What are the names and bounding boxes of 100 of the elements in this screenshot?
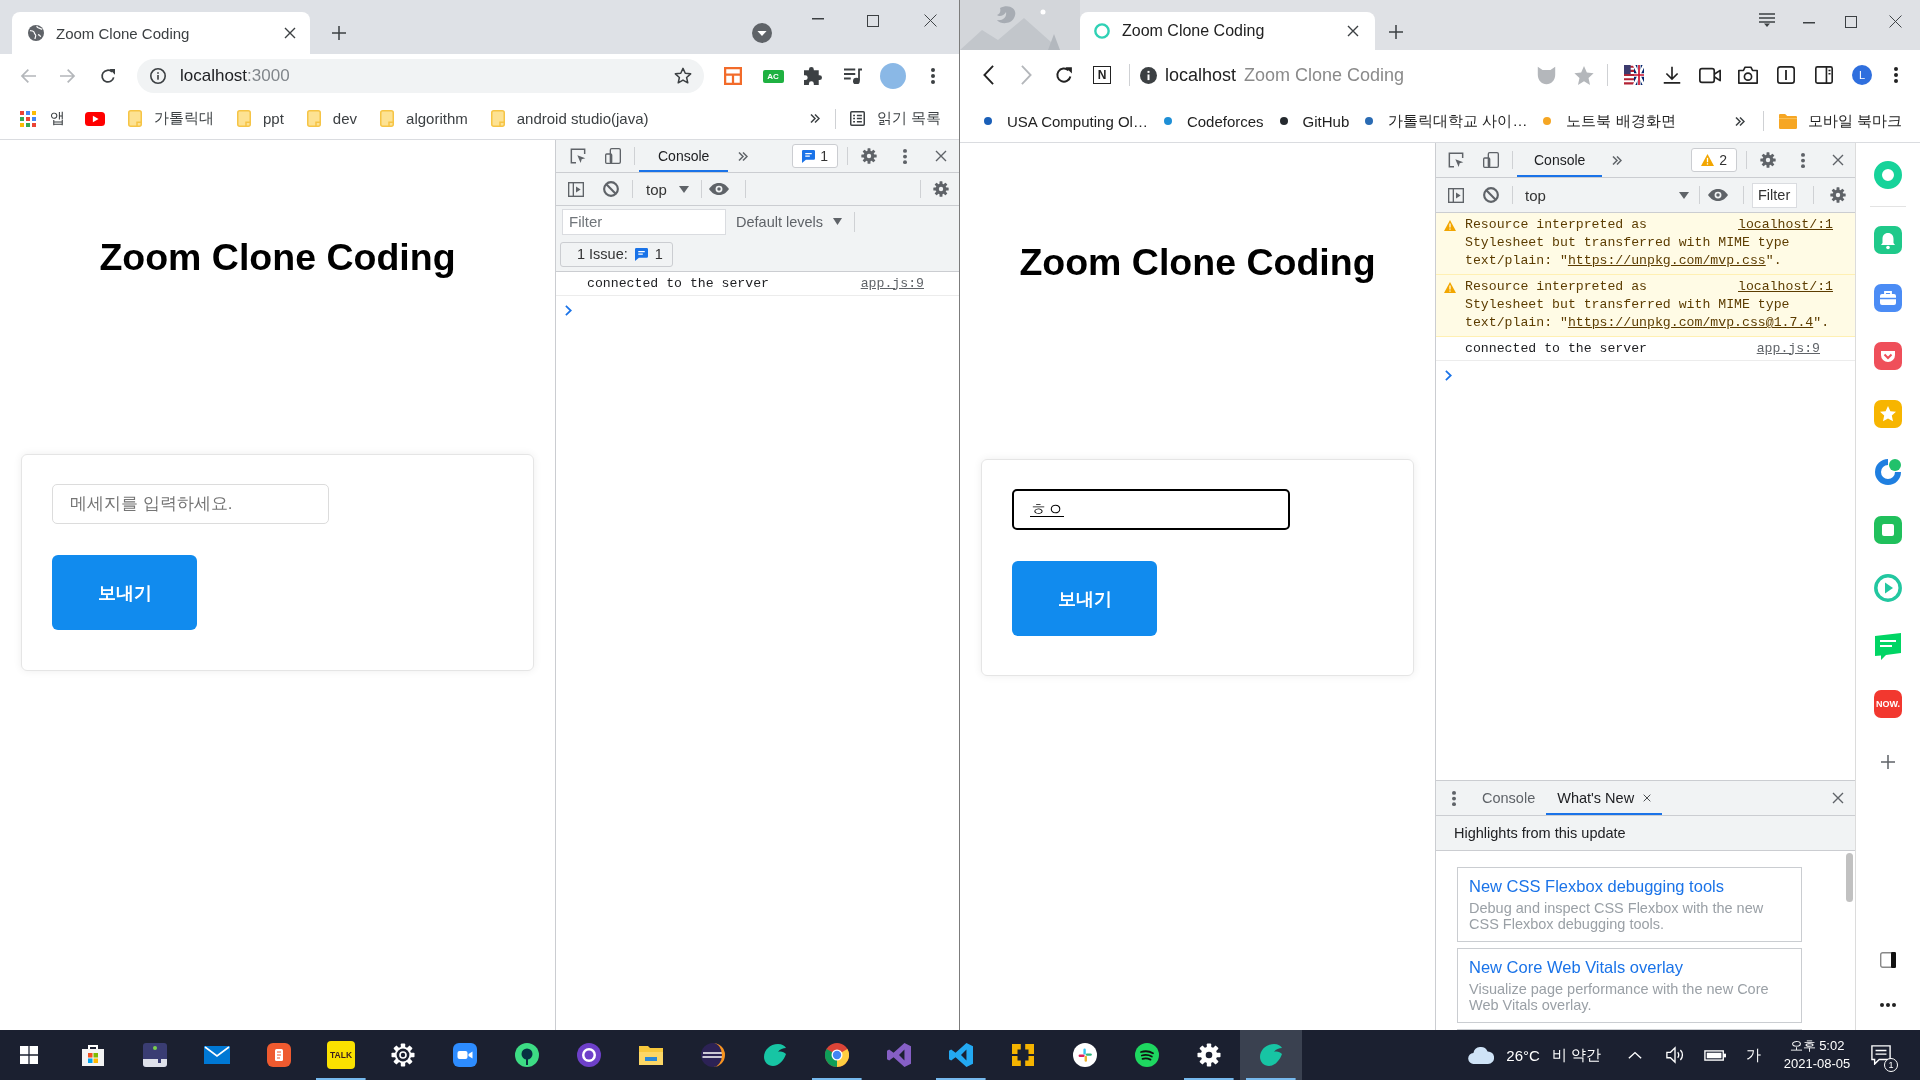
bookmark-folder[interactable]: ppt bbox=[237, 110, 284, 127]
context-select[interactable]: top bbox=[1517, 178, 1699, 212]
close-tab-icon[interactable] bbox=[1643, 794, 1652, 802]
scrollbar-thumb[interactable] bbox=[1846, 853, 1853, 902]
more-bookmarks-icon[interactable] bbox=[1734, 116, 1745, 126]
levels-select[interactable]: Default levels bbox=[736, 206, 855, 237]
clock[interactable]: 오후 5:02 2021-08-05 bbox=[1772, 1037, 1862, 1073]
close-icon[interactable] bbox=[1889, 15, 1902, 28]
browser-tab[interactable]: Zoom Clone Coding bbox=[12, 12, 310, 54]
message-field[interactable]: 메세지를 입력하세요. bbox=[52, 484, 329, 524]
eye-icon[interactable] bbox=[709, 183, 730, 195]
profile-avatar[interactable]: L bbox=[1852, 65, 1872, 85]
n-button[interactable]: N bbox=[1093, 66, 1111, 84]
drawer-tab[interactable]: Console bbox=[1471, 781, 1547, 815]
address-field[interactable]: localhost Zoom Clone Coding bbox=[1140, 57, 1527, 93]
more-bookmarks-icon[interactable] bbox=[809, 114, 820, 123]
new-tab-icon[interactable] bbox=[332, 26, 346, 40]
close-icon[interactable] bbox=[1347, 25, 1359, 37]
address-field[interactable]: localhost:3000 bbox=[137, 59, 704, 93]
video-play-icon[interactable] bbox=[85, 111, 105, 126]
back-icon[interactable] bbox=[982, 65, 994, 85]
warnings-counter[interactable]: 2 bbox=[1691, 148, 1737, 172]
square-tile-icon[interactable] bbox=[1874, 516, 1902, 544]
menu-icon[interactable] bbox=[1759, 13, 1775, 27]
video-camera-icon[interactable] bbox=[1699, 66, 1721, 84]
start-icon[interactable] bbox=[20, 1046, 38, 1064]
reading-list-button[interactable]: 읽기 목록 bbox=[849, 109, 941, 128]
issues-counter[interactable]: 1 bbox=[792, 144, 838, 168]
issues-button[interactable]: 1 Issue: 1 bbox=[560, 241, 673, 267]
bookmark-folder[interactable]: 모바일 북마크 bbox=[1778, 111, 1902, 131]
add-icon[interactable] bbox=[1881, 755, 1895, 769]
close-icon[interactable] bbox=[1831, 154, 1844, 166]
panel-toggle-icon[interactable] bbox=[1880, 952, 1896, 968]
drawer-tab[interactable]: What's New bbox=[1546, 781, 1663, 815]
chevron-up-icon[interactable] bbox=[1628, 1051, 1642, 1059]
device-toolbar-icon[interactable] bbox=[604, 148, 621, 164]
console-settings-icon[interactable] bbox=[1829, 187, 1846, 203]
maximize-icon[interactable] bbox=[867, 15, 879, 27]
bookmark-link[interactable]: 노트북 배경화면 bbox=[1543, 111, 1676, 131]
sidebar-toggle-icon[interactable] bbox=[567, 181, 584, 197]
bookmark-link[interactable]: 가톨릭대학교 사이… bbox=[1365, 111, 1528, 131]
device-toolbar-icon[interactable] bbox=[1482, 152, 1499, 168]
notification-icon[interactable] bbox=[1871, 1045, 1891, 1065]
settings-icon[interactable] bbox=[1759, 152, 1776, 168]
reload-icon[interactable] bbox=[1055, 66, 1073, 84]
bookmark-link[interactable]: Codeforces bbox=[1163, 112, 1264, 130]
new-tab-icon[interactable] bbox=[1389, 25, 1403, 39]
devtools-tab[interactable]: Console bbox=[639, 140, 729, 172]
message-field[interactable]: ㅎㅇ bbox=[1012, 489, 1290, 530]
input-mode-indicator[interactable]: 가 bbox=[1735, 1045, 1772, 1065]
bookmark-folder[interactable]: algorithm bbox=[380, 110, 468, 127]
bookmark-link[interactable]: USA Computing Ol… bbox=[984, 112, 1148, 130]
clear-console-icon[interactable] bbox=[602, 181, 619, 197]
context-select[interactable]: top bbox=[637, 173, 701, 205]
send-button[interactable]: 보내기 bbox=[1012, 561, 1157, 636]
console-settings-icon[interactable] bbox=[933, 181, 949, 197]
drawer-menu-icon[interactable] bbox=[1451, 790, 1456, 806]
minimize-icon[interactable] bbox=[812, 18, 824, 20]
close-drawer-icon[interactable] bbox=[1831, 792, 1844, 804]
more-tabs-icon[interactable] bbox=[1612, 155, 1623, 165]
sidebar-toggle-icon[interactable] bbox=[1447, 187, 1464, 203]
url-link[interactable]: https://unpkg.com/mvp.css bbox=[1567, 253, 1766, 268]
reload-icon[interactable] bbox=[100, 68, 116, 84]
tab-search-icon[interactable] bbox=[752, 23, 772, 43]
puzzle-icon[interactable] bbox=[804, 67, 822, 85]
more-icon[interactable] bbox=[1880, 1003, 1896, 1007]
maximize-icon[interactable] bbox=[1845, 16, 1857, 28]
layout-grid-icon[interactable] bbox=[724, 67, 742, 85]
swirl-icon[interactable] bbox=[1874, 458, 1902, 486]
bookmark-folder[interactable]: 가톨릭대 bbox=[128, 109, 214, 128]
info-icon[interactable] bbox=[150, 68, 166, 84]
minimize-icon[interactable] bbox=[1803, 22, 1815, 24]
info-icon[interactable] bbox=[1140, 66, 1157, 84]
send-button[interactable]: 보내기 bbox=[52, 555, 197, 630]
speaker-icon[interactable] bbox=[1666, 1046, 1684, 1064]
source-link[interactable]: app.js:9 bbox=[1756, 339, 1820, 358]
download-icon[interactable] bbox=[1663, 66, 1681, 84]
settings-icon[interactable] bbox=[861, 148, 877, 164]
more-options-icon[interactable] bbox=[903, 148, 907, 164]
apps-shortcut[interactable]: 앱 bbox=[20, 109, 65, 128]
filter-field[interactable]: Filter bbox=[562, 208, 726, 235]
clear-console-icon[interactable] bbox=[1482, 187, 1499, 203]
bookmark-star-icon[interactable] bbox=[674, 67, 692, 85]
feature-title[interactable]: New CSS Flexbox debugging tools bbox=[1469, 875, 1790, 897]
more-options-icon[interactable] bbox=[1800, 152, 1805, 168]
close-icon[interactable] bbox=[924, 14, 937, 27]
menu-icon[interactable] bbox=[931, 68, 935, 84]
devtools-tab[interactable]: Console bbox=[1517, 143, 1603, 177]
more-tabs-icon[interactable] bbox=[738, 151, 749, 161]
url-link[interactable]: https://unpkg.com/mvp.css@1.7.4 bbox=[1567, 315, 1814, 330]
playlist-icon[interactable] bbox=[844, 67, 862, 85]
briefcase-icon[interactable] bbox=[1874, 284, 1902, 312]
bookmark-star-icon[interactable] bbox=[1574, 65, 1594, 85]
menu-icon[interactable] bbox=[1894, 67, 1898, 83]
battery-icon[interactable] bbox=[1704, 1049, 1726, 1061]
browser-tab[interactable]: Zoom Clone Coding bbox=[1080, 12, 1375, 50]
app-tile[interactable]: NOW. bbox=[1874, 690, 1902, 718]
close-icon[interactable] bbox=[284, 27, 296, 39]
inspect-element-icon[interactable] bbox=[569, 148, 586, 164]
bookmark-folder[interactable]: dev bbox=[306, 110, 358, 127]
